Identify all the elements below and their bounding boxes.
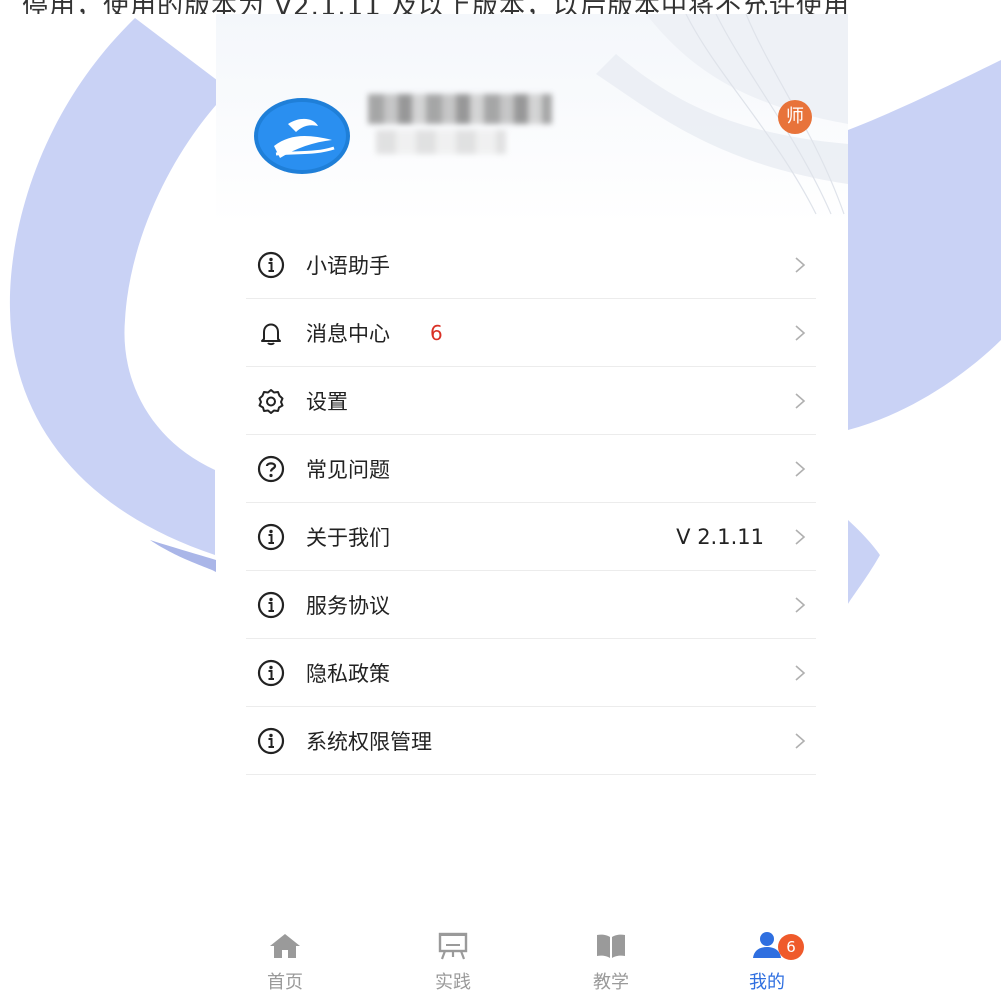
- menu-item-label: 隐私政策: [306, 661, 390, 686]
- tab-label: 首页: [267, 972, 303, 992]
- info-icon: [254, 588, 288, 622]
- tab-practice[interactable]: 实践: [408, 930, 498, 992]
- info-icon: [254, 656, 288, 690]
- gear-icon: [254, 384, 288, 418]
- chevron-right-icon: [795, 528, 806, 545]
- bottom-tab-bar: 首页 实践 教学 6 我的: [216, 930, 848, 992]
- tab-teaching[interactable]: 教学: [566, 930, 656, 992]
- menu-item-messages[interactable]: 消息中心 6: [246, 299, 816, 367]
- chevron-right-icon: [795, 392, 806, 409]
- book-icon: [597, 934, 625, 958]
- menu-item-label: 服务协议: [306, 593, 390, 618]
- menu-item-assistant[interactable]: 小语助手: [246, 231, 816, 299]
- menu-item-label: 小语助手: [306, 253, 390, 278]
- tab-label: 实践: [435, 972, 471, 992]
- tab-mine[interactable]: 6 我的: [722, 930, 812, 992]
- menu-item-label: 消息中心: [306, 321, 390, 346]
- tab-label: 教学: [593, 972, 629, 992]
- chevron-right-icon: [795, 664, 806, 681]
- menu-item-service-agreement[interactable]: 服务协议: [246, 571, 816, 639]
- chevron-right-icon: [795, 732, 806, 749]
- menu-item-label: 系统权限管理: [306, 729, 432, 754]
- tab-badge: 6: [778, 934, 804, 960]
- tab-home[interactable]: 首页: [240, 930, 330, 992]
- settings-menu: 小语助手 消息中心 6 设置 常见问题 关于我们 V 2.1.11 服务协议 隐…: [246, 231, 816, 775]
- menu-item-privacy-policy[interactable]: 隐私政策: [246, 639, 816, 707]
- menu-item-about[interactable]: 关于我们 V 2.1.11: [246, 503, 816, 571]
- username-blurred: [368, 94, 552, 158]
- menu-item-label: 关于我们: [306, 525, 390, 550]
- chevron-right-icon: [795, 460, 806, 477]
- chevron-right-icon: [795, 324, 806, 341]
- bell-icon: [254, 316, 288, 350]
- question-icon: [254, 452, 288, 486]
- top-caption: 停用，使用的版本为 V2.1.11 及以上版本，以后版本中将不允许使用: [0, 0, 1001, 14]
- phone-screen: 师 小语助手 消息中心 6 设置 常见问题 关于我们 V 2.1.11 服务协议…: [216, 14, 848, 992]
- chevron-right-icon: [795, 256, 806, 273]
- easel-icon: [438, 932, 468, 960]
- app-version: V 2.1.11: [676, 524, 764, 549]
- home-icon: [270, 934, 300, 958]
- menu-item-label: 常见问题: [306, 457, 390, 482]
- info-icon: [254, 724, 288, 758]
- tab-label: 我的: [749, 972, 785, 992]
- unread-count: 6: [430, 320, 443, 345]
- info-icon: [254, 520, 288, 554]
- menu-item-permissions[interactable]: 系统权限管理: [246, 707, 816, 775]
- menu-item-label: 设置: [306, 389, 348, 414]
- chevron-right-icon: [795, 596, 806, 613]
- menu-item-faq[interactable]: 常见问题: [246, 435, 816, 503]
- menu-item-settings[interactable]: 设置: [246, 367, 816, 435]
- info-icon: [254, 248, 288, 282]
- avatar[interactable]: [252, 96, 352, 176]
- role-badge: 师: [778, 100, 812, 134]
